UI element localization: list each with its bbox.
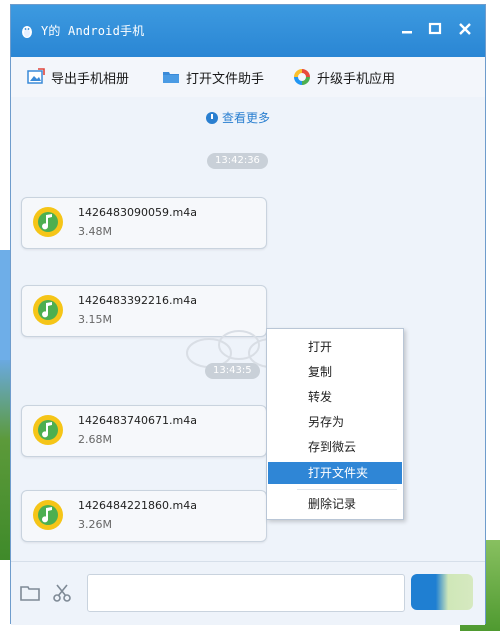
chat-window: Y的 Android手机 导出手机相册 打开文件助手 升级手机应用 查看更多 1… [10, 4, 486, 625]
folder-icon [163, 72, 179, 83]
maximize-button[interactable] [425, 19, 445, 39]
window-title: Y的 Android手机 [41, 24, 145, 38]
app-upgrade-icon [294, 69, 310, 85]
qq-penguin-icon [22, 26, 32, 38]
music-file-icon [33, 415, 63, 445]
music-file-icon [33, 500, 63, 530]
music-file-icon [33, 207, 63, 237]
file-name: 1426483392216.m4a [78, 294, 197, 307]
minimize-icon [402, 31, 412, 34]
file-size: 3.15M [78, 313, 112, 326]
scissors-icon[interactable] [51, 582, 73, 604]
chat-history[interactable]: 查看更多 13:42:36 1426483090059.m4a 3.48M 14… [11, 97, 485, 557]
file-message[interactable]: 1426484221860.m4a 3.26M [21, 490, 267, 542]
file-name: 1426484221860.m4a [78, 499, 197, 512]
music-file-icon [33, 295, 63, 325]
menu-item-open-folder[interactable]: 打开文件夹 [268, 462, 402, 484]
file-size: 3.48M [78, 225, 112, 238]
upgrade-apps-label: 升级手机应用 [317, 71, 396, 87]
menu-item-copy[interactable]: 复制 [268, 361, 402, 383]
input-bar [11, 561, 485, 625]
file-name: 1426483090059.m4a [78, 206, 197, 219]
file-name: 1426483740671.m4a [78, 414, 197, 427]
view-more-link[interactable]: 查看更多 [206, 109, 270, 126]
title-bar[interactable]: Y的 Android手机 [11, 5, 485, 57]
context-menu: 打开 复制 转发 另存为 存到微云 打开文件夹 删除记录 [266, 328, 404, 520]
menu-item-open[interactable]: 打开 [268, 336, 402, 358]
clock-icon [206, 111, 218, 124]
file-size: 2.68M [78, 433, 112, 446]
close-icon [459, 23, 471, 35]
file-size: 3.26M [78, 518, 112, 531]
maximize-icon [428, 22, 442, 35]
send-button[interactable] [411, 574, 473, 610]
timestamp: 13:43:5 [205, 363, 260, 379]
export-photos-label: 导出手机相册 [51, 71, 130, 87]
view-more-label: 查看更多 [222, 111, 271, 125]
menu-item-forward[interactable]: 转发 [268, 386, 402, 408]
message-input[interactable] [87, 574, 405, 612]
upgrade-apps-button[interactable]: 升级手机应用 [293, 67, 395, 87]
open-file-assistant-button[interactable]: 打开文件助手 [162, 67, 264, 87]
menu-item-save-as[interactable]: 另存为 [268, 411, 402, 433]
menu-item-delete-record[interactable]: 删除记录 [268, 493, 402, 515]
file-message[interactable]: 1426483740671.m4a 2.68M [21, 405, 267, 457]
menu-separator [297, 489, 397, 490]
folder-icon[interactable] [19, 582, 41, 604]
timestamp: 13:42:36 [207, 153, 268, 169]
toolbar: 导出手机相册 打开文件助手 升级手机应用 [11, 57, 485, 98]
photo-export-icon [27, 68, 45, 84]
close-button[interactable] [455, 19, 475, 39]
export-photos-button[interactable]: 导出手机相册 [27, 67, 129, 87]
minimize-button[interactable] [397, 19, 417, 39]
menu-item-save-to-weiyun[interactable]: 存到微云 [268, 436, 402, 458]
open-file-assistant-label: 打开文件助手 [186, 71, 265, 87]
file-message[interactable]: 1426483090059.m4a 3.48M [21, 197, 267, 249]
